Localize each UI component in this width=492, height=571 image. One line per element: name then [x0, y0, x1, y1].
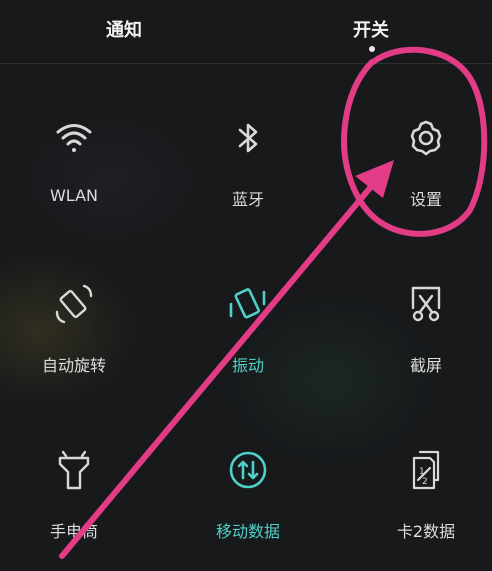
- flashlight-label: 手电筒: [49, 522, 98, 541]
- flashlight-toggle[interactable]: 手电筒: [0, 448, 156, 568]
- screenshot-icon: [404, 282, 448, 326]
- sim2-data-toggle[interactable]: 1 2 卡2数据: [344, 448, 492, 568]
- wlan-toggle[interactable]: WLAN: [0, 116, 156, 236]
- screenshot-label: 截屏: [409, 356, 442, 375]
- vibrate-label: 振动: [231, 356, 264, 375]
- auto-rotate-label: 自动旋转: [41, 356, 106, 375]
- bluetooth-toggle[interactable]: 蓝牙: [166, 116, 330, 236]
- bluetooth-label: 蓝牙: [231, 190, 264, 209]
- wlan-label: WLAN: [49, 186, 98, 205]
- active-tab-indicator: [369, 46, 375, 52]
- bluetooth-icon: [226, 116, 270, 160]
- mobile-data-label: 移动数据: [215, 522, 280, 541]
- tab-notifications[interactable]: 通知: [106, 16, 142, 42]
- mobile-data-toggle[interactable]: 移动数据: [166, 448, 330, 568]
- data-transfer-icon: [226, 448, 270, 492]
- vibrate-icon: [226, 282, 270, 326]
- auto-rotate-toggle[interactable]: 自动旋转: [0, 282, 156, 402]
- flashlight-icon: [52, 448, 96, 492]
- settings-label: 设置: [409, 190, 442, 209]
- wifi-icon: [52, 116, 96, 160]
- tab-switches[interactable]: 开关: [353, 16, 389, 42]
- sim2-data-label: 卡2数据: [396, 522, 456, 541]
- settings-shortcut[interactable]: 设置: [344, 116, 492, 236]
- quick-panel-header: 通知 开关: [0, 0, 492, 64]
- svg-text:2: 2: [422, 477, 428, 487]
- screenshot-shortcut[interactable]: 截屏: [344, 282, 492, 402]
- rotate-icon: [52, 282, 96, 326]
- vibrate-toggle[interactable]: 振动: [166, 282, 330, 402]
- header-divider: [0, 63, 492, 64]
- sim-swap-icon: 1 2: [404, 448, 448, 492]
- gear-icon: [404, 116, 448, 160]
